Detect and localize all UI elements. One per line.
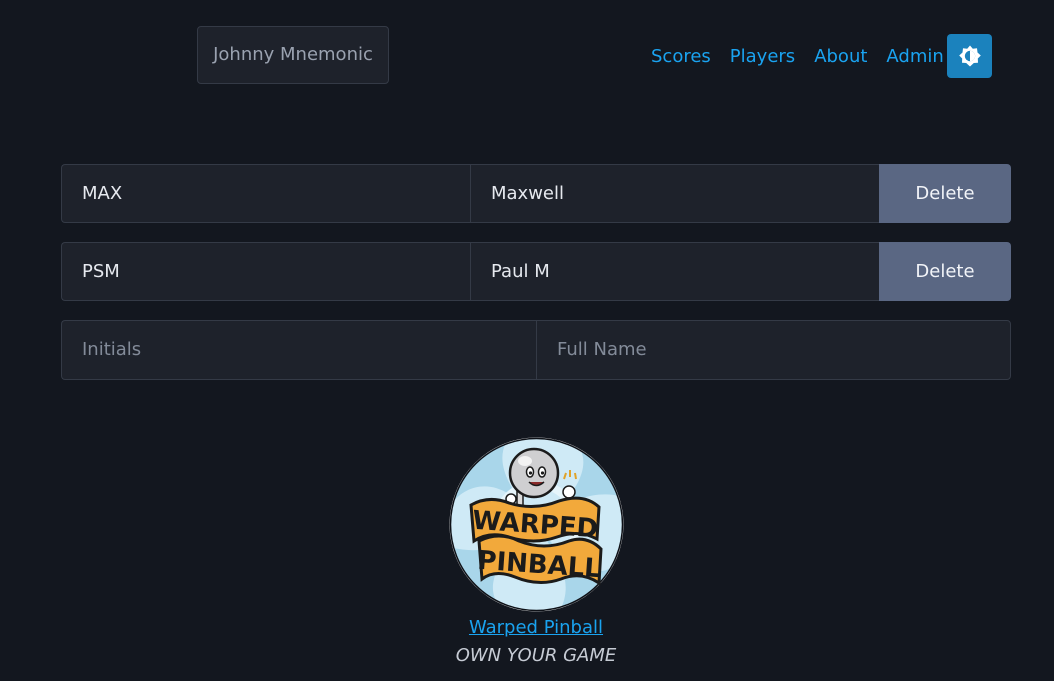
- brightness-icon: [958, 45, 981, 67]
- new-player-row: Initials Full Name: [61, 320, 1011, 380]
- delete-player-button[interactable]: Delete: [879, 164, 1011, 223]
- player-row: PSM Paul M Delete: [61, 242, 1011, 301]
- theme-toggle-button[interactable]: [947, 34, 992, 78]
- player-full-name-field[interactable]: Paul M: [470, 242, 879, 301]
- initials-input[interactable]: Initials: [61, 320, 536, 380]
- delete-player-button[interactable]: Delete: [879, 242, 1011, 301]
- nav-players-link[interactable]: Players: [730, 44, 795, 70]
- player-initials-field[interactable]: PSM: [61, 242, 470, 301]
- player-full-name-field[interactable]: Maxwell: [470, 164, 879, 223]
- tagline: OWN YOUR GAME: [455, 645, 617, 666]
- player-row: MAX Maxwell Delete: [61, 164, 1011, 223]
- full-name-input[interactable]: Full Name: [536, 320, 1011, 380]
- nav-about-link[interactable]: About: [814, 44, 867, 70]
- nav-admin-link[interactable]: Admin: [886, 44, 943, 70]
- warped-pinball-link[interactable]: Warped Pinball: [0, 617, 1054, 638]
- page: Johnny Mnemonic Scores Players About Adm…: [0, 0, 1054, 681]
- warped-pinball-logo: WARPED PINBALL: [449, 437, 624, 612]
- player-initials-field[interactable]: MAX: [61, 164, 470, 223]
- machine-name-button[interactable]: Johnny Mnemonic: [197, 26, 389, 84]
- nav-scores-link[interactable]: Scores: [651, 44, 711, 70]
- main-nav: Scores Players About Admin: [651, 44, 963, 70]
